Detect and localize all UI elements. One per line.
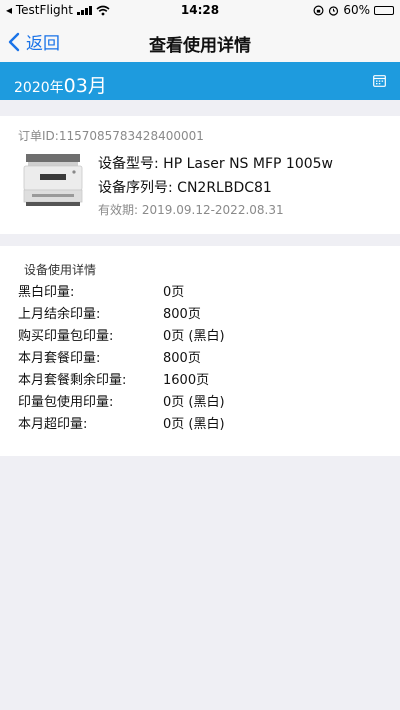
month-suffix: 月 [87,75,107,97]
device-model-label: 设备型号: [98,156,159,172]
month-bar: 2020年03月 [0,62,400,100]
device-serial-label: 设备序列号: [98,180,173,196]
printer-image [23,154,83,206]
rotation-lock-icon [313,4,324,16]
calendar-icon[interactable] [373,74,386,87]
usage-value: 1600页 [163,373,210,388]
usage-row: 本月套餐印量: 800页 [18,347,388,369]
battery-percent: 60% [343,3,370,17]
usage-value: 0页 [163,285,185,300]
battery-icon [374,5,394,15]
device-model: 设备型号: HP Laser NS MFP 1005w [98,153,333,173]
device-serial-value: CN2RLBDC81 [177,180,272,196]
usage-label: 本月套餐印量: [18,351,101,366]
order-id-value: 1157085783428400001 [58,129,204,143]
usage-row: 印量包使用印量: 0页 (黑白) [18,391,388,413]
order-id-label: 订单ID: [18,129,59,143]
usage-title: 设备使用详情 [24,263,97,277]
device-model-value: HP Laser NS MFP 1005w [163,156,333,172]
usage-row: 购买印量包印量: 0页 (黑白) [18,325,388,347]
validity-value: 2019.09.12-2022.08.31 [141,203,284,217]
usage-value: 0页 (黑白) [163,417,225,432]
navigation-bar: 返回 查看使用详情 [0,20,400,63]
year-suffix: 年 [49,80,64,96]
usage-value: 800页 [163,307,201,322]
order-card: 订单ID:1157085783428400001 设备型号: HP Laser … [0,116,400,234]
alarm-icon [329,5,339,16]
usage-value: 800页 [163,351,201,366]
month-value: 03 [63,75,88,97]
usage-details-card: 设备使用详情 黑白印量: 0页 上月结余印量: 800页 购买印量包印量: 0页… [0,246,400,456]
status-bar: ◂ TestFlight 14:28 60% [0,0,400,20]
usage-label: 本月超印量: [18,417,88,432]
usage-row: 上月结余印量: 800页 [18,303,388,325]
usage-value: 0页 (黑白) [163,329,225,344]
usage-row: 本月超印量: 0页 (黑白) [18,413,388,435]
year-value: 2020 [14,80,50,96]
validity-label: 有效期: [98,203,139,217]
month-selector[interactable]: 2020年03月 [14,71,107,98]
usage-label: 印量包使用印量: [18,395,114,410]
usage-row: 本月套餐剩余印量: 1600页 [18,369,388,391]
usage-label: 上月结余印量: [18,307,101,322]
usage-row: 黑白印量: 0页 [18,281,388,303]
usage-label: 黑白印量: [18,285,75,300]
order-id: 订单ID:1157085783428400001 [18,127,204,144]
usage-value: 0页 (黑白) [163,395,225,410]
page-title: 查看使用详情 [149,36,251,56]
validity-period: 有效期: 2019.09.12-2022.08.31 [98,201,284,218]
device-serial: 设备序列号: CN2RLBDC81 [98,177,272,197]
usage-label: 购买印量包印量: [18,329,114,344]
usage-label: 本月套餐剩余印量: [18,373,127,388]
